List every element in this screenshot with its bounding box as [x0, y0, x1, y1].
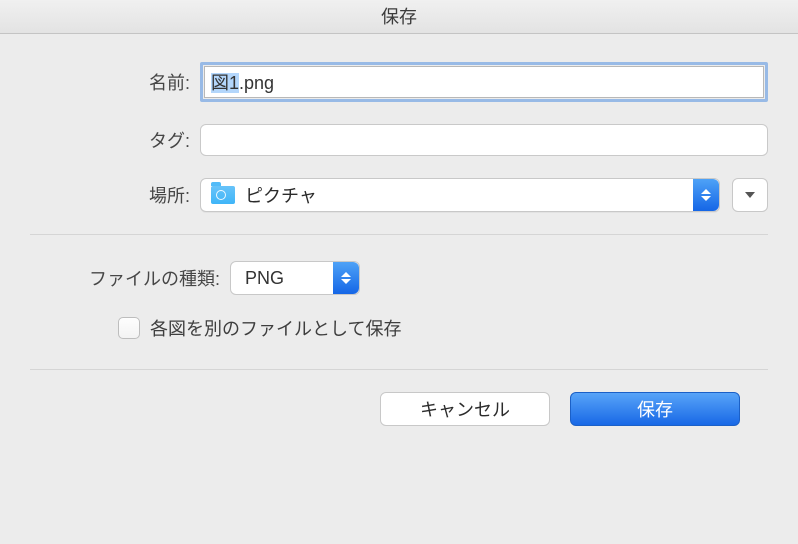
name-focus-ring: 図1.png — [200, 62, 768, 102]
save-each-figure-checkbox[interactable] — [118, 317, 140, 339]
window-title: 保存 — [0, 0, 798, 34]
name-label: 名前: — [30, 69, 200, 95]
filename-extension: .png — [239, 73, 274, 93]
location-label: 場所: — [30, 182, 200, 208]
location-popup[interactable]: ピクチャ — [200, 178, 720, 212]
save-button[interactable]: 保存 — [570, 392, 740, 426]
updown-icon — [333, 262, 359, 294]
tags-row: タグ: — [30, 124, 768, 156]
name-row: 名前: 図1.png — [30, 62, 768, 102]
checkbox-row: 各図を別のファイルとして保存 — [30, 315, 768, 341]
chevron-down-icon — [745, 192, 755, 198]
cancel-button[interactable]: キャンセル — [380, 392, 550, 426]
tags-input[interactable] — [200, 124, 768, 156]
expand-button[interactable] — [732, 178, 768, 212]
separator — [30, 234, 768, 235]
folder-icon — [211, 186, 235, 204]
filename-selection: 図1 — [211, 73, 239, 93]
location-row: 場所: ピクチャ — [30, 178, 768, 212]
tags-label: タグ: — [30, 127, 200, 153]
location-value: ピクチャ — [245, 182, 317, 208]
dialog-footer: キャンセル 保存 — [30, 370, 768, 426]
updown-icon — [693, 179, 719, 211]
filename-input[interactable]: 図1.png — [204, 66, 764, 98]
filetype-label: ファイルの種類: — [30, 265, 230, 291]
dialog-content: 名前: 図1.png タグ: 場所: ピクチャ — [0, 34, 798, 426]
filetype-row: ファイルの種類: PNG — [30, 261, 768, 295]
filetype-value: PNG — [245, 268, 284, 289]
checkbox-label: 各図を別のファイルとして保存 — [150, 315, 401, 341]
filetype-popup[interactable]: PNG — [230, 261, 360, 295]
